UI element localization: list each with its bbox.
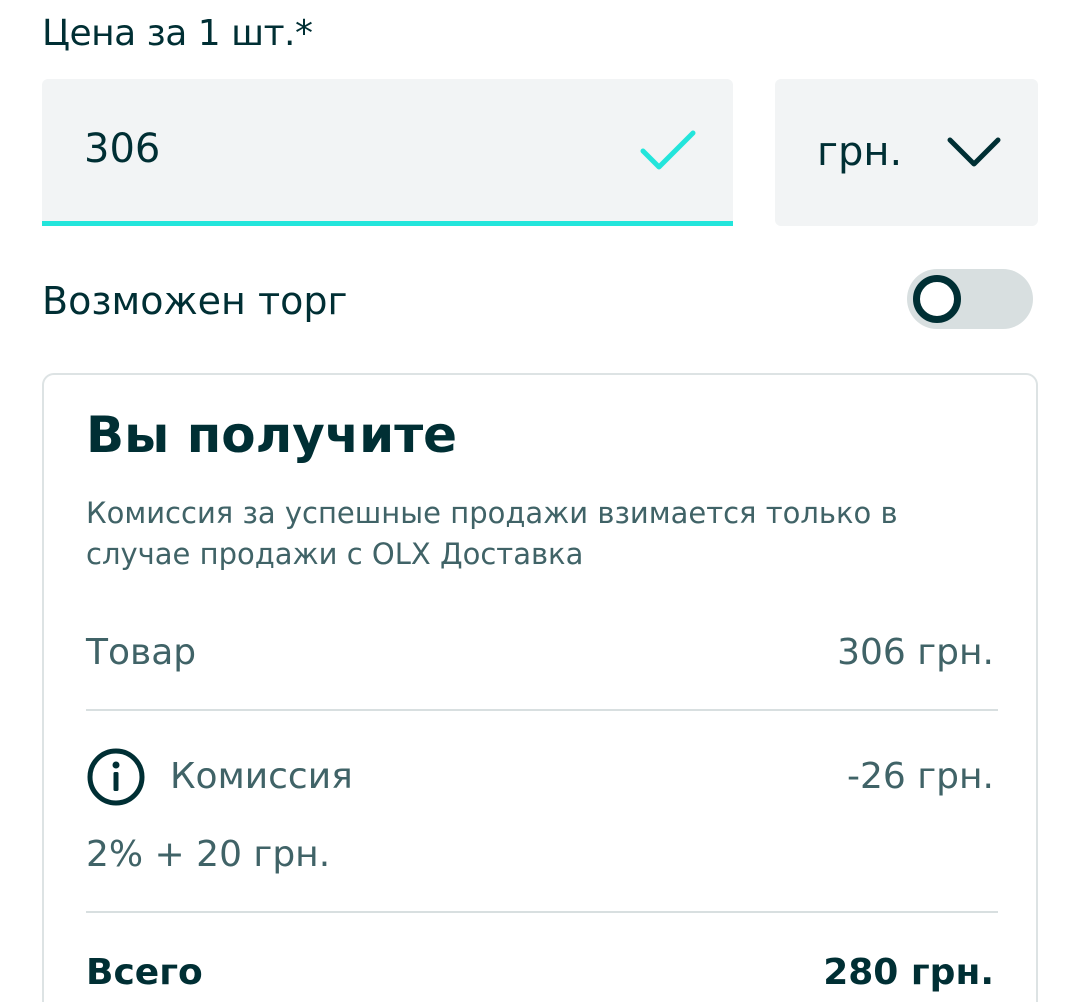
commission-formula: 2% + 20 грн. bbox=[86, 834, 331, 875]
commission-label: Комиссия bbox=[170, 756, 353, 797]
currency-select[interactable]: грн. bbox=[775, 79, 1038, 226]
price-label: Цена за 1 шт.* bbox=[42, 13, 313, 54]
bargain-toggle[interactable] bbox=[907, 269, 1033, 329]
card-title: Вы получите bbox=[86, 406, 458, 464]
toggle-knob bbox=[913, 275, 961, 323]
divider bbox=[86, 911, 998, 913]
price-form: Цена за 1 шт.* грн. Возможен торг Вы пол… bbox=[0, 0, 1080, 1002]
chevron-down-icon bbox=[947, 137, 1001, 167]
divider bbox=[86, 709, 998, 711]
price-input[interactable] bbox=[84, 124, 584, 174]
total-value: 280 грн. bbox=[823, 952, 994, 993]
price-field[interactable] bbox=[42, 79, 733, 226]
bargain-label: Возможен торг bbox=[42, 279, 348, 323]
check-icon bbox=[640, 130, 696, 170]
earnings-card: Вы получите Комиссия за успешные продажи… bbox=[42, 373, 1038, 1002]
commission-value: -26 грн. bbox=[847, 756, 994, 797]
currency-value: грн. bbox=[817, 129, 903, 175]
info-icon[interactable] bbox=[86, 747, 146, 807]
item-label: Товар bbox=[86, 632, 197, 673]
item-value: 306 грн. bbox=[837, 632, 994, 673]
total-label: Всего bbox=[86, 952, 203, 993]
card-description: Комиссия за успешные продажи взимается т… bbox=[86, 496, 898, 571]
